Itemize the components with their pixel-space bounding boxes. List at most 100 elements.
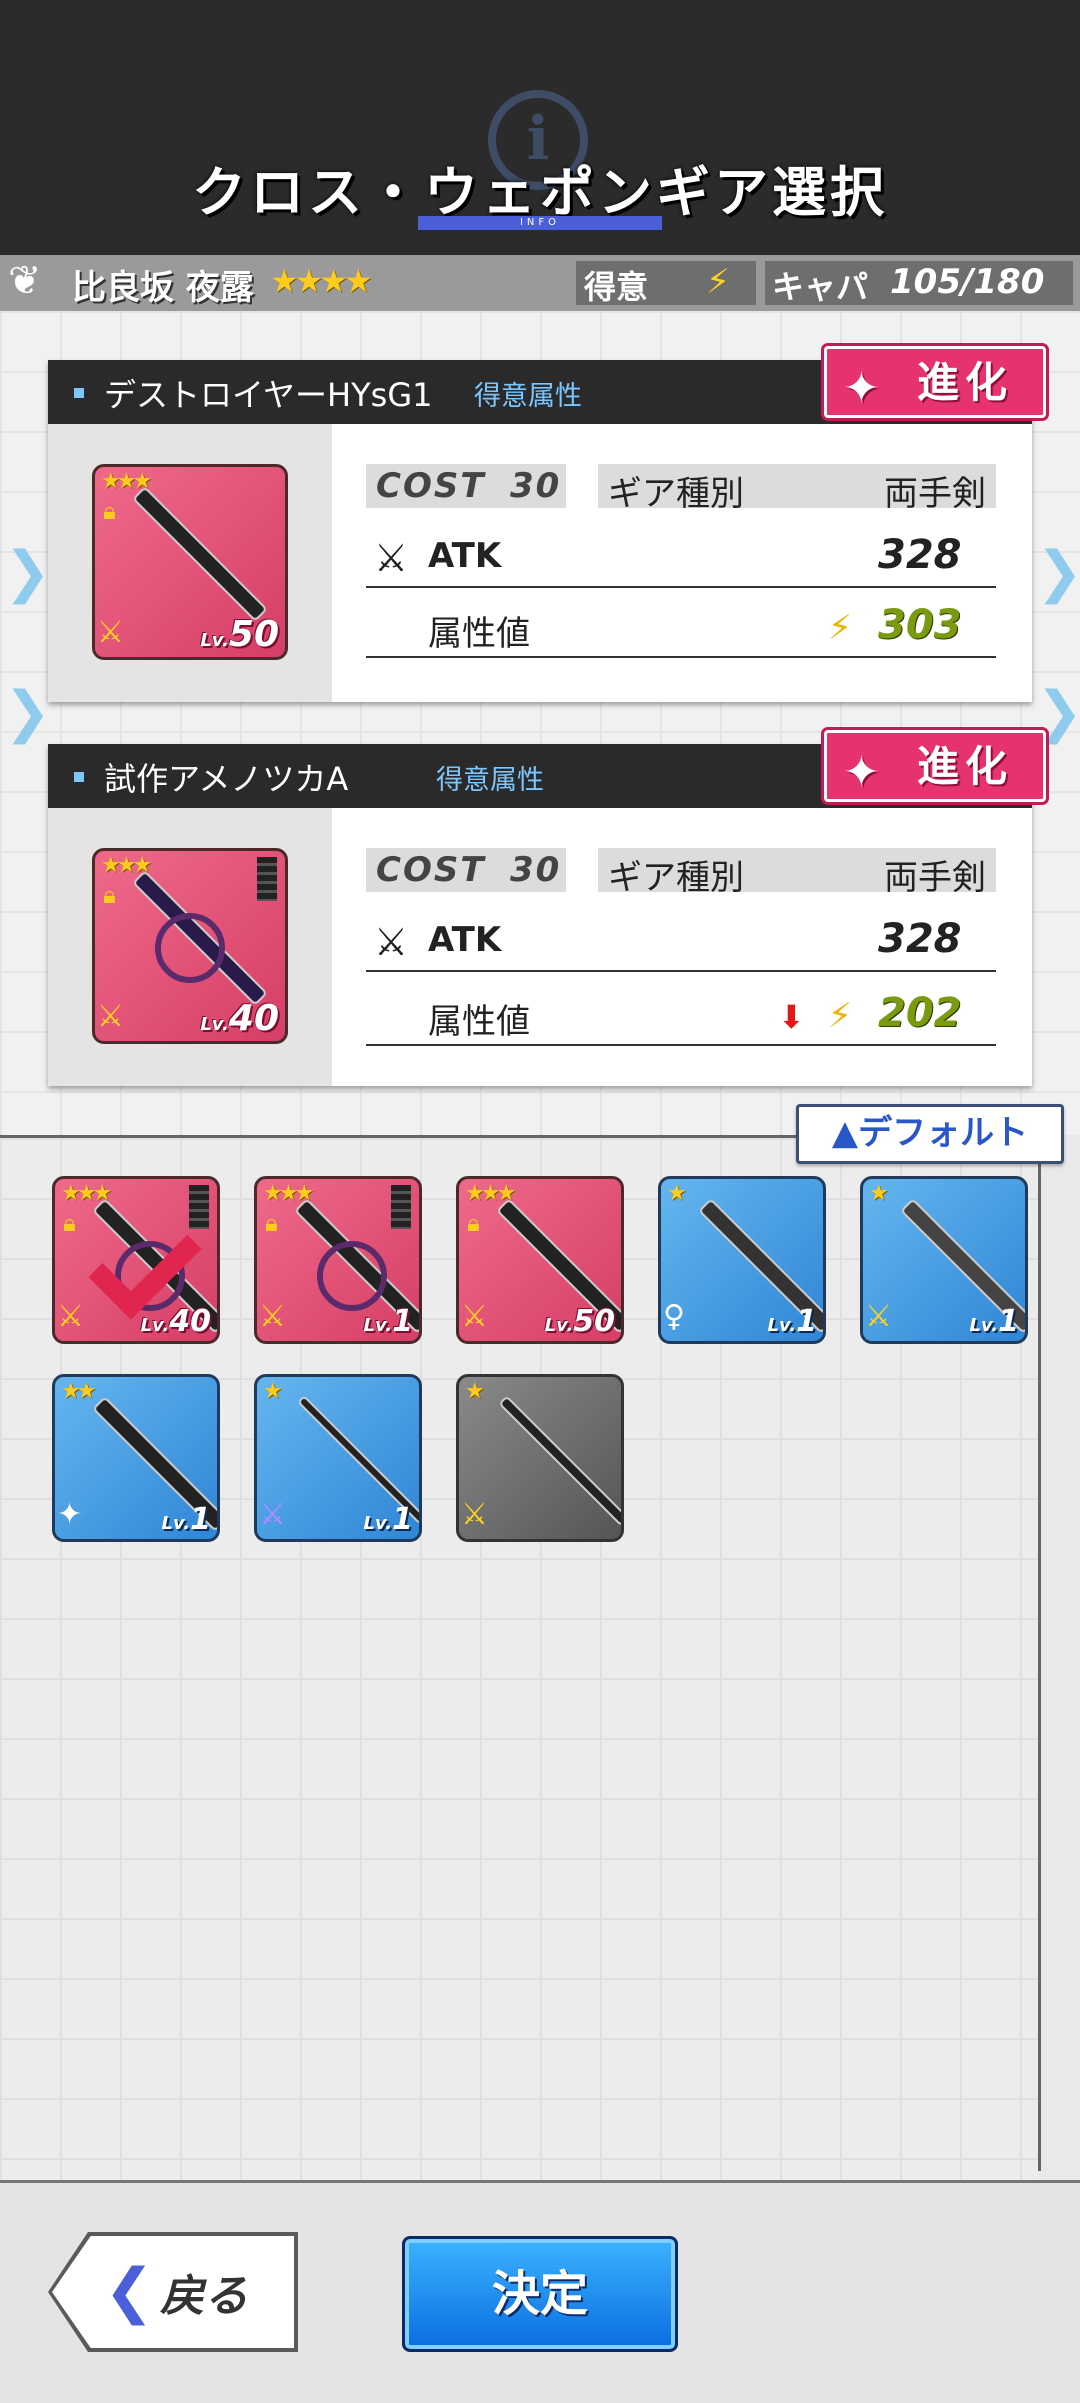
level-label: Lv.40	[200, 998, 279, 1039]
element-icon: ♀︎	[663, 1299, 685, 1334]
type-value: 両手剣	[884, 858, 986, 898]
evolve-button-2[interactable]: ✦ 進化	[824, 730, 1046, 802]
gear-mark-icon	[317, 1241, 387, 1311]
element-icon: ⚔︎	[461, 1497, 488, 1532]
level-label: Lv.1	[363, 1304, 413, 1339]
element-icon: ⚔︎	[259, 1497, 286, 1532]
scrollbar-track[interactable]	[1038, 1135, 1041, 2171]
lightning-icon: ⚡	[828, 996, 852, 1036]
evolve-label: 進化	[916, 358, 1013, 407]
attr-value: 202	[878, 990, 962, 1036]
element-icon: ⚔︎	[97, 999, 124, 1034]
element-icon: ✦	[57, 1497, 83, 1532]
evolve-button-1[interactable]: ✦ 進化	[824, 346, 1046, 418]
chevron-left-icon: ❯	[4, 680, 51, 745]
lock-icon: 🔒︎	[103, 881, 116, 909]
element-icon: ⚔︎	[461, 1299, 488, 1334]
gear-mark-icon	[155, 913, 225, 983]
gear-item[interactable]: ★★★ 🔒︎ ⚔︎ Lv.40	[52, 1176, 220, 1344]
slot-bars-icon	[257, 857, 277, 901]
gear-name: 試作アメノツカA	[104, 760, 349, 798]
divider	[366, 1044, 996, 1046]
rarity-stars: ★★	[61, 1379, 97, 1404]
attr-label: 属性値	[428, 1002, 530, 1042]
level-label: Lv.1	[969, 1304, 1019, 1339]
gear-thumbnail[interactable]: ★★★ 🔒︎ ⚔︎ Lv.50	[92, 464, 288, 660]
atk-value: 328	[878, 532, 962, 578]
rarity-stars: ★	[667, 1181, 687, 1206]
type-label: ギア種別	[608, 474, 744, 514]
default-sort-button[interactable]: ▲デフォルト	[796, 1104, 1064, 1164]
atk-label: ATK	[428, 536, 502, 576]
info-bar[interactable]: INFO	[418, 216, 662, 230]
rarity-stars: ★★★	[263, 1181, 314, 1206]
slot-bars-icon	[189, 1185, 209, 1229]
gear-tag: 得意属性	[474, 381, 582, 412]
element-icon: ⚔︎	[97, 615, 124, 650]
rarity-stars: ★★★	[101, 469, 152, 494]
attr-value: 303	[878, 602, 962, 648]
chevron-right-icon: ❯	[1036, 540, 1080, 605]
back-label: 戻る	[160, 2271, 248, 2322]
divider	[366, 656, 996, 658]
level-label: Lv.50	[200, 614, 279, 655]
level-label: Lv.1	[363, 1502, 413, 1537]
atk-value: 328	[878, 916, 962, 962]
slot-bars-icon	[391, 1185, 411, 1229]
gear-item[interactable]: ★ ⚔︎	[456, 1374, 624, 1542]
lightning-icon: ⚡	[828, 608, 852, 648]
lightning-icon: ⚡	[706, 262, 730, 302]
confirm-button[interactable]: 決定	[402, 2236, 678, 2352]
atk-icon: ⚔	[374, 536, 409, 580]
element-icon: ⚔︎	[259, 1299, 286, 1334]
character-name: 比良坂 夜露	[72, 268, 254, 308]
decrease-arrow-icon: ⬇	[778, 998, 805, 1036]
bullet-icon	[74, 772, 84, 782]
rarity-stars: ★	[465, 1379, 485, 1404]
tokui-label: 得意	[584, 268, 649, 306]
rarity-stars: ★	[263, 1379, 283, 1404]
cost-label: COST	[376, 466, 486, 506]
element-icon: ⚔︎	[57, 1299, 84, 1334]
bullet-icon	[74, 388, 84, 398]
atk-icon: ⚔	[374, 920, 409, 964]
divider	[366, 970, 996, 972]
gear-item[interactable]: ★ ⚔︎ Lv.1	[254, 1374, 422, 1542]
capacity-label: キャパ	[772, 268, 869, 306]
lock-icon: 🔒︎	[63, 1209, 76, 1237]
lock-icon: 🔒︎	[467, 1209, 480, 1237]
gear-item[interactable]: ★ ⚔︎ Lv.1	[860, 1176, 1028, 1344]
level-label: Lv.1	[161, 1502, 211, 1537]
level-label: Lv.50	[544, 1304, 615, 1339]
character-emblem-icon: ❦	[8, 258, 42, 304]
rarity-stars: ★	[869, 1181, 889, 1206]
gear-tag: 得意属性	[436, 765, 544, 796]
rarity-stars: ★★★	[101, 853, 152, 878]
gear-thumbnail[interactable]: ★★★ 🔒︎ ⚔︎ Lv.40	[92, 848, 288, 1044]
divider	[366, 586, 996, 588]
level-label: Lv.40	[140, 1304, 211, 1339]
chevron-left-icon: ❯	[4, 540, 51, 605]
rarity-stars: ★★★	[465, 1181, 516, 1206]
weapon-sword-icon	[501, 1398, 621, 1524]
evolve-icon: ✦	[843, 363, 880, 414]
lock-icon: 🔒︎	[103, 497, 116, 525]
gear-item[interactable]: ★★★ 🔒︎ ⚔︎ Lv.50	[456, 1176, 624, 1344]
weapon-sword-icon	[134, 488, 266, 620]
gear-item[interactable]: ★★ ✦ Lv.1	[52, 1374, 220, 1542]
chevron-left-icon: ❮	[104, 2256, 155, 2326]
atk-label: ATK	[428, 920, 502, 960]
gear-name: デストロイヤーHYsG1	[104, 376, 433, 414]
cost-label: COST	[376, 850, 486, 890]
character-rarity-stars: ★★★★	[270, 262, 373, 300]
cost-value: 30	[510, 850, 562, 890]
evolve-icon: ✦	[843, 747, 880, 798]
level-label: Lv.1	[767, 1304, 817, 1339]
gear-item[interactable]: ★★★ 🔒︎ ⚔︎ Lv.1	[254, 1176, 422, 1344]
rarity-stars: ★★★	[61, 1181, 112, 1206]
attr-label: 属性値	[428, 614, 530, 654]
gear-item[interactable]: ★ ♀︎ Lv.1	[658, 1176, 826, 1344]
type-value: 両手剣	[884, 474, 986, 514]
selected-check-icon	[88, 1206, 202, 1320]
cost-value: 30	[510, 466, 562, 506]
